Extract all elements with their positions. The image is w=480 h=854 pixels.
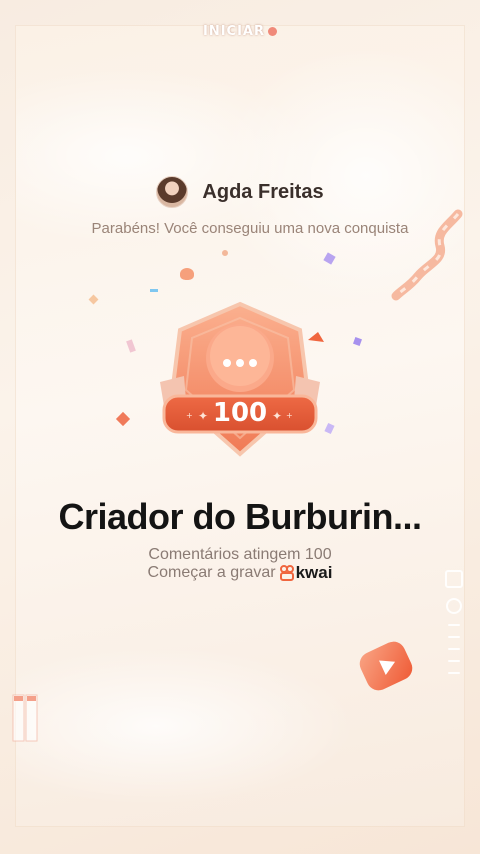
record-label: Começar a gravar	[147, 564, 276, 581]
chat-bubble-icon	[206, 324, 274, 392]
side-toolbar	[445, 570, 463, 674]
achievement-subtitle: Comentários atingem 100	[148, 546, 332, 563]
user-row: Agda Freitas	[0, 176, 480, 208]
achievement-badge: ✦ ✦ + + 100	[140, 290, 340, 470]
start-label-text: INICIAR	[202, 24, 265, 39]
start-recording-link[interactable]: Começar a gravar kwai	[0, 563, 480, 583]
kwai-logo-icon	[279, 565, 294, 581]
audio-level-icon	[12, 694, 38, 744]
user-name: Agda Freitas	[202, 180, 324, 203]
achievement-title: Criador do Burburin...	[58, 496, 423, 537]
confetti-icon	[180, 268, 194, 280]
toolbar-divider	[448, 660, 460, 662]
background-swoosh	[16, 646, 356, 806]
play-icon[interactable]	[356, 640, 416, 696]
toolbar-divider	[448, 672, 460, 674]
avatar[interactable]	[156, 176, 189, 208]
camera-icon[interactable]	[445, 570, 463, 588]
confetti-icon	[222, 250, 228, 256]
timer-icon[interactable]	[446, 598, 462, 614]
ribbon-decoration	[391, 209, 463, 301]
brand-name: kwai	[295, 563, 333, 582]
toolbar-divider	[448, 648, 460, 650]
start-recording-label[interactable]: INICIAR	[0, 24, 480, 39]
badge-graphic: ✦ ✦ + +	[160, 301, 324, 457]
toolbar-divider	[448, 636, 460, 638]
toolbar-divider	[448, 624, 460, 626]
badge-value: 100	[212, 398, 268, 428]
record-dot-icon	[268, 27, 277, 36]
